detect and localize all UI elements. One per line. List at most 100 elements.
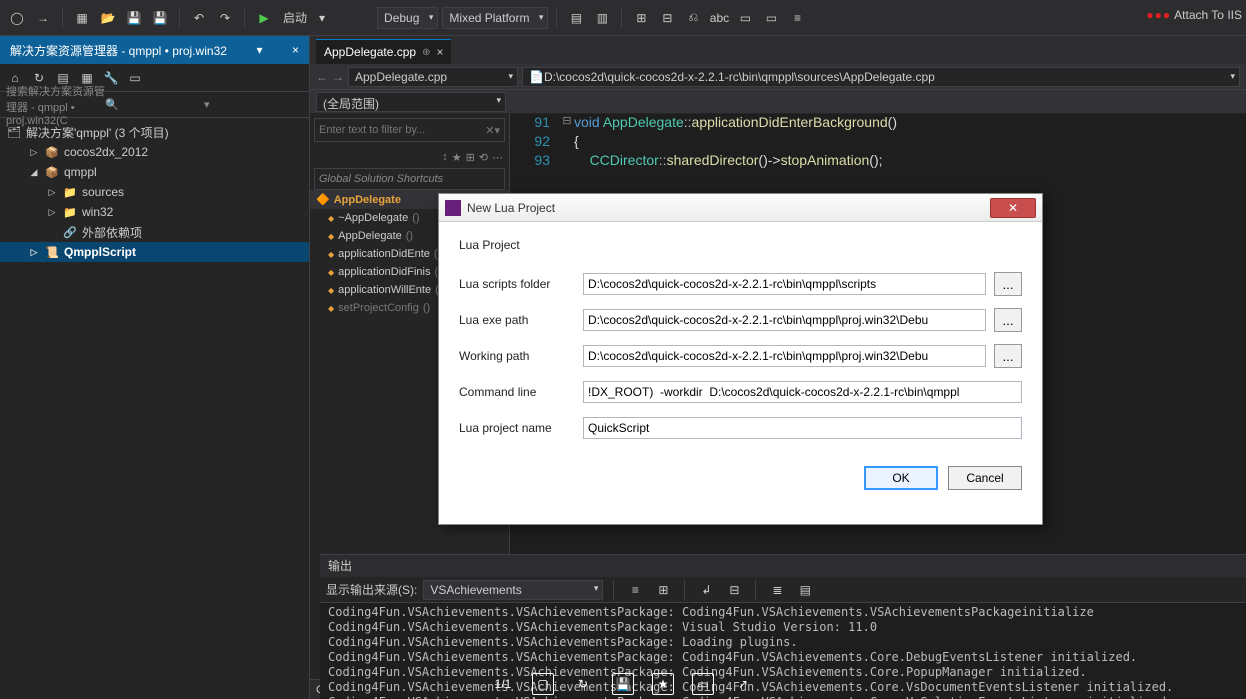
- output-wrap-icon[interactable]: ↲: [695, 579, 717, 601]
- output-clear-icon[interactable]: ≡: [624, 579, 646, 601]
- outline-filter[interactable]: Enter text to filter by... ✕ ▾: [314, 118, 505, 142]
- toolbox-icon-6[interactable]: abc: [708, 7, 730, 29]
- redo-icon[interactable]: ↷: [214, 7, 236, 29]
- output-stop-icon[interactable]: ▤: [794, 579, 816, 601]
- pin-icon[interactable]: ⊕: [422, 47, 430, 58]
- toolbox-icon-8[interactable]: ▭: [760, 7, 782, 29]
- nav-path-dropdown[interactable]: 📄 D:\cocos2d\quick-cocos2d-x-2.2.1-rc\bi…: [522, 67, 1240, 87]
- document-tab-appdelegate[interactable]: AppDelegate.cpp ⊕ ×: [316, 39, 451, 64]
- expand-icon[interactable]: ▷: [28, 147, 40, 158]
- save-icon[interactable]: 💾: [123, 7, 145, 29]
- project-name-label: Lua project name: [459, 421, 575, 435]
- search-caret[interactable]: ▾: [204, 98, 303, 111]
- command-line-input[interactable]: [583, 381, 1022, 403]
- dialog-titlebar[interactable]: New Lua Project ✕: [439, 194, 1042, 222]
- scripts-folder-label: Lua scripts folder: [459, 277, 575, 291]
- working-path-input[interactable]: [583, 345, 986, 367]
- code-line[interactable]: 93 CCDirector::sharedDirector()->stopAni…: [510, 152, 1246, 171]
- code-line[interactable]: 91⊟void AppDelegate::applicationDidEnter…: [510, 114, 1246, 133]
- search-icon[interactable]: 🔍: [105, 98, 204, 111]
- nav-back-icon[interactable]: ←: [316, 70, 328, 84]
- toolbox-icon-4[interactable]: ⊟: [656, 7, 678, 29]
- dialog-title: New Lua Project: [467, 201, 555, 215]
- expand-icon[interactable]: ▷: [46, 207, 58, 218]
- nav-file-dropdown[interactable]: AppDelegate.cpp: [348, 67, 518, 87]
- launch-caret[interactable]: ▾: [319, 11, 325, 25]
- expand-icon[interactable]: ▷: [46, 187, 58, 198]
- config-dropdown[interactable]: Debug: [377, 7, 438, 29]
- tree-item[interactable]: ▷📦cocos2dx_2012: [0, 142, 309, 162]
- new-lua-project-dialog: New Lua Project ✕ Lua Project Lua script…: [438, 193, 1043, 525]
- dialog-close-button[interactable]: ✕: [990, 198, 1036, 218]
- method-icon: ◆: [328, 232, 334, 241]
- vs-icon: [445, 200, 461, 216]
- tree-item[interactable]: ▷📜QmpplScript: [0, 242, 309, 262]
- expand-icon[interactable]: ◢: [28, 167, 40, 178]
- output-toggle-icon[interactable]: ⊞: [652, 579, 674, 601]
- scope-dropdown[interactable]: (全局范围): [316, 92, 506, 112]
- open-file-icon[interactable]: 📂: [97, 7, 119, 29]
- more-icon[interactable]: ⋯: [492, 151, 503, 164]
- exe-path-label: Lua exe path: [459, 313, 575, 327]
- output-text[interactable]: Coding4Fun.VSAchievements.VSAchievements…: [320, 603, 1246, 699]
- project-name-input[interactable]: [583, 417, 1022, 439]
- tree-item[interactable]: ◢📦qmppl: [0, 162, 309, 182]
- ok-button[interactable]: OK: [864, 466, 938, 490]
- tree-item[interactable]: 🔗外部依赖项: [0, 222, 309, 242]
- exe-path-input[interactable]: [583, 309, 986, 331]
- document-tabs: AppDelegate.cpp ⊕ ×: [310, 36, 1246, 64]
- filter-icon[interactable]: ▾: [494, 124, 500, 137]
- output-goto-icon[interactable]: ≣: [766, 579, 788, 601]
- tree-item[interactable]: ▷📁win32: [0, 202, 309, 222]
- output-tab[interactable]: 输出: [320, 555, 1246, 577]
- clear-icon[interactable]: ✕: [485, 124, 494, 137]
- toolbox-icon-1[interactable]: ▤: [565, 7, 587, 29]
- toolbox-icon-2[interactable]: ▥: [591, 7, 613, 29]
- nav-bar: ← → AppDelegate.cpp 📄 D:\cocos2d\quick-c…: [310, 64, 1246, 90]
- toolbox-icon-7[interactable]: ▭: [734, 7, 756, 29]
- cancel-button[interactable]: Cancel: [948, 466, 1022, 490]
- command-line-label: Command line: [459, 385, 575, 399]
- solution-search[interactable]: 搜索解决方案资源管理器 - qmppl • proj.win32(C 🔍 ▾: [0, 92, 309, 118]
- nav-fwd-icon[interactable]: →: [332, 70, 344, 84]
- exe-path-browse[interactable]: ...: [994, 308, 1022, 332]
- nav-fwd-icon[interactable]: →: [32, 7, 54, 29]
- new-project-icon[interactable]: ▦: [71, 7, 93, 29]
- file-path-icon: 📄: [529, 70, 544, 84]
- working-path-browse[interactable]: ...: [994, 344, 1022, 368]
- scripts-folder-browse[interactable]: ...: [994, 272, 1022, 296]
- output-find-icon[interactable]: ⊟: [723, 579, 745, 601]
- item-icon: 📦: [44, 146, 60, 159]
- sort-icon[interactable]: ↕: [442, 151, 448, 163]
- scope-bar: (全局范围): [310, 90, 1246, 114]
- toolbox-icon-9[interactable]: ≡: [786, 7, 808, 29]
- platform-dropdown[interactable]: Mixed Platform: [442, 7, 548, 29]
- attach-to-iis[interactable]: ●●● Attach To IIS: [1146, 8, 1242, 22]
- toolbox-icon-5[interactable]: ⎌: [682, 7, 704, 29]
- launch-label[interactable]: 启动: [283, 9, 307, 26]
- preview-icon[interactable]: ▭: [124, 67, 146, 89]
- expand-icon[interactable]: ▷: [28, 247, 40, 258]
- code-line[interactable]: [510, 171, 1246, 190]
- scripts-folder-input[interactable]: [583, 273, 986, 295]
- nav-back-icon[interactable]: ◯: [6, 7, 28, 29]
- start-icon[interactable]: ▶: [253, 7, 275, 29]
- code-line[interactable]: 92{: [510, 133, 1246, 152]
- tree-item[interactable]: ▷📁sources: [0, 182, 309, 202]
- tree-icon[interactable]: ⊞: [466, 151, 475, 164]
- close-icon[interactable]: ×: [292, 43, 299, 57]
- solution-root[interactable]: 🗂 解决方案'qmppl' (3 个项目): [0, 122, 309, 142]
- undo-icon[interactable]: ↶: [188, 7, 210, 29]
- shortcuts-box[interactable]: Global Solution Shortcuts: [314, 168, 505, 190]
- item-icon: 🔗: [62, 226, 78, 239]
- main-toolbar: ◯ → ▦ 📂 💾 💾 ↶ ↷ ▶ 启动 ▾ Debug Mixed Platf…: [0, 0, 1246, 36]
- toolbox-icon-3[interactable]: ⊞: [630, 7, 652, 29]
- save-all-icon[interactable]: 💾: [149, 7, 171, 29]
- pin-icon[interactable]: ▾: [256, 43, 262, 57]
- star-icon[interactable]: ★: [452, 151, 462, 164]
- method-icon: ◆: [328, 268, 334, 277]
- close-icon[interactable]: ×: [436, 45, 443, 59]
- sync-icon[interactable]: ⟲: [479, 151, 488, 164]
- output-source-dropdown[interactable]: VSAchievements: [423, 580, 603, 600]
- solution-explorer-tab[interactable]: 解决方案资源管理器 - qmppl • proj.win32 ▾ ×: [0, 36, 309, 64]
